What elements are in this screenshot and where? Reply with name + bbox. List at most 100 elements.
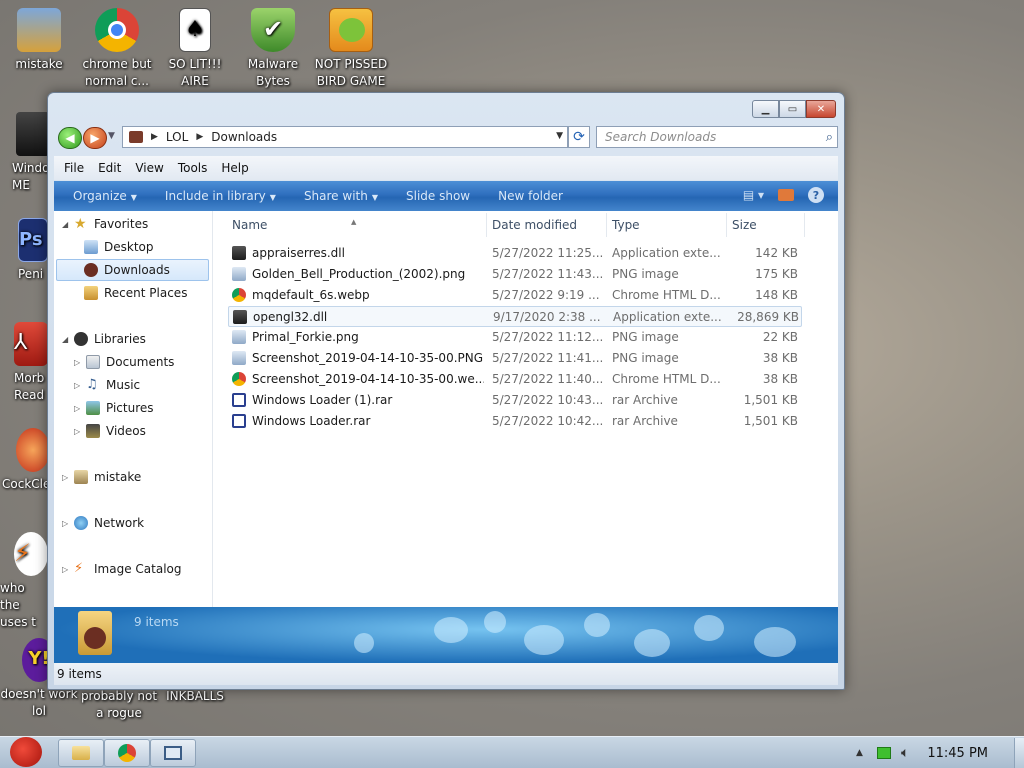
nav-favorites[interactable]: ◢ ★ Favorites — [62, 213, 148, 235]
nav-image-catalog[interactable]: ▷ ⚡ Image Catalog — [62, 558, 181, 580]
file-size: 142 KB — [755, 246, 798, 260]
back-button[interactable]: ◀ — [58, 127, 82, 149]
organize-button[interactable]: Organize ▼ — [73, 189, 137, 203]
nav-network[interactable]: ▷ Network — [62, 512, 144, 534]
desktop-icon-reader[interactable]: ⅄ Morb Read — [14, 322, 48, 404]
desktop-icon-bird-game[interactable]: NOT PISSED BIRD GAME — [312, 8, 390, 90]
rar-icon — [232, 393, 246, 407]
collapse-arrow-icon[interactable]: ▷ — [74, 427, 86, 436]
nav-recent-places[interactable]: Recent Places — [84, 282, 187, 304]
file-name: appraiserres.dll — [252, 246, 345, 260]
expand-arrow-icon[interactable]: ◢ — [62, 220, 74, 229]
breadcrumb-separator-icon[interactable]: ▶ — [196, 132, 203, 142]
nav-pictures[interactable]: ▷ Pictures — [74, 397, 154, 419]
desktop-icon-mistake[interactable]: mistake — [0, 8, 78, 73]
file-row[interactable]: Screenshot_2019-04-14-10-35-00.PNG 5/27/… — [228, 348, 802, 369]
column-date-modified[interactable]: Date modified — [492, 218, 577, 232]
view-options-icon[interactable]: ▤ ▾ — [743, 188, 764, 202]
file-row[interactable]: Screenshot_2019-04-14-10-35-00.we... 5/2… — [228, 369, 802, 390]
file-row[interactable]: mqdefault_6s.webp 5/27/2022 9:19 ... Chr… — [228, 285, 802, 306]
show-hidden-icons-icon[interactable]: ▲ — [856, 748, 863, 758]
nav-label: Favorites — [94, 217, 149, 231]
collapse-arrow-icon[interactable]: ▷ — [74, 358, 86, 367]
desktop-icon-windows-me[interactable]: Windo ME — [12, 112, 52, 194]
collapse-arrow-icon[interactable]: ▷ — [62, 473, 74, 482]
organize-label: Organize — [73, 189, 127, 203]
column-name[interactable]: Name — [232, 218, 267, 232]
menu-tools[interactable]: Tools — [178, 161, 208, 175]
menu-help[interactable]: Help — [221, 161, 248, 175]
breadcrumb-separator-icon[interactable]: ▶ — [151, 132, 158, 142]
close-button[interactable]: ✕ — [806, 100, 836, 118]
minimize-button[interactable]: ▁ — [752, 100, 779, 118]
preview-pane-icon[interactable] — [778, 189, 794, 201]
collapse-arrow-icon[interactable]: ▷ — [74, 404, 86, 413]
column-size[interactable]: Size — [732, 218, 757, 232]
desktop-icon-malware-bytes[interactable]: ✔ Malware Bytes — [234, 8, 312, 90]
file-row[interactable]: opengl32.dll 9/17/2020 2:38 ... Applicat… — [228, 306, 802, 327]
clock[interactable]: 11:45 PM — [927, 746, 988, 761]
desktop-icon-inkballs[interactable]: INKBALLS — [156, 688, 234, 705]
nav-libraries[interactable]: ◢ Libraries — [62, 328, 146, 350]
search-icon[interactable]: ⌕ — [826, 130, 833, 145]
file-size: 22 KB — [762, 330, 798, 344]
address-bar[interactable]: ▶ LOL ▶ Downloads ▼ — [122, 126, 568, 148]
recent-pages-chevron-icon[interactable]: ▼ — [108, 131, 115, 141]
show-desktop-button[interactable] — [1014, 738, 1024, 768]
desktop-icon-chrome[interactable]: chrome but normal c... — [78, 8, 156, 90]
rar-icon — [232, 414, 246, 428]
column-type[interactable]: Type — [612, 218, 640, 232]
menu-file[interactable]: File — [64, 161, 84, 175]
nav-documents[interactable]: ▷ Documents — [74, 351, 174, 373]
address-dropdown-icon[interactable]: ▼ — [556, 131, 563, 141]
collapse-arrow-icon[interactable]: ▷ — [62, 519, 74, 528]
desktop-icon-who-the[interactable]: ⚡ who the uses t — [0, 532, 48, 631]
expand-arrow-icon[interactable]: ◢ — [62, 335, 74, 344]
file-date: 5/27/2022 11:25... — [492, 246, 604, 260]
breadcrumb-downloads[interactable]: Downloads — [211, 130, 277, 144]
include-in-library-button[interactable]: Include in library ▼ — [165, 189, 276, 203]
sort-arrow-icon: ▲ — [351, 218, 357, 226]
nav-videos[interactable]: ▷ Videos — [74, 420, 146, 442]
search-input[interactable]: Search Downloads ⌕ — [596, 126, 838, 148]
image-icon — [232, 267, 246, 281]
file-row[interactable]: appraiserres.dll 5/27/2022 11:25... Appl… — [228, 243, 802, 264]
command-bar-right: ▤ ▾ ? — [743, 187, 824, 203]
power-icon[interactable] — [876, 747, 891, 759]
collapse-arrow-icon[interactable]: ▷ — [74, 381, 86, 390]
file-row[interactable]: Primal_Forkie.png 5/27/2022 11:12... PNG… — [228, 327, 802, 348]
nav-downloads[interactable]: Downloads — [56, 259, 209, 281]
pdf-icon: ⅄ — [14, 322, 48, 366]
nav-mistake[interactable]: ▷ mistake — [62, 466, 141, 488]
slide-show-button[interactable]: Slide show — [406, 189, 470, 203]
start-button[interactable] — [4, 731, 48, 768]
taskbar-window[interactable] — [150, 739, 196, 767]
search-placeholder: Search Downloads — [605, 130, 717, 144]
file-type: rar Archive — [612, 414, 678, 428]
collapse-arrow-icon[interactable]: ▷ — [62, 565, 74, 574]
help-button[interactable]: ? — [808, 187, 824, 203]
desktop-icon-photoshop[interactable]: Ps Peni — [18, 218, 48, 283]
share-with-button[interactable]: Share with ▼ — [304, 189, 378, 203]
file-row[interactable]: Windows Loader (1).rar 5/27/2022 10:43..… — [228, 390, 802, 411]
file-size: 38 KB — [762, 351, 798, 365]
explorer-window: ▁ ▭ ✕ ◀ ▶ ▼ ▶ LOL ▶ Downloads ▼ ⟳ Search… — [47, 92, 845, 690]
maximize-button[interactable]: ▭ — [779, 100, 806, 118]
new-folder-button[interactable]: New folder — [498, 189, 563, 203]
desktop-icon-probably-not-a-rogue[interactable]: probably not a rogue — [80, 688, 158, 722]
menu-edit[interactable]: Edit — [98, 161, 121, 175]
menu-view[interactable]: View — [135, 161, 163, 175]
taskbar-chrome[interactable] — [104, 739, 150, 767]
taskbar-explorer[interactable] — [58, 739, 104, 767]
desktop-icon-label: mistake — [15, 57, 63, 71]
nav-desktop[interactable]: Desktop — [84, 236, 154, 258]
forward-button[interactable]: ▶ — [83, 127, 107, 149]
file-row[interactable]: Golden_Bell_Production_(2002).png 5/27/2… — [228, 264, 802, 285]
desktop-icon-ccleaner[interactable]: CockCle — [2, 428, 50, 493]
refresh-button[interactable]: ⟳ — [568, 126, 590, 148]
volume-icon[interactable]: 🔈︎ — [901, 745, 909, 761]
file-row[interactable]: Windows Loader.rar 5/27/2022 10:42... ra… — [228, 411, 802, 432]
nav-music[interactable]: ▷ ♫ Music — [74, 374, 140, 396]
desktop-icon-so-lit[interactable]: ♠ SO LIT!!! AIRE — [156, 8, 234, 90]
breadcrumb-lol[interactable]: LOL — [166, 130, 188, 144]
